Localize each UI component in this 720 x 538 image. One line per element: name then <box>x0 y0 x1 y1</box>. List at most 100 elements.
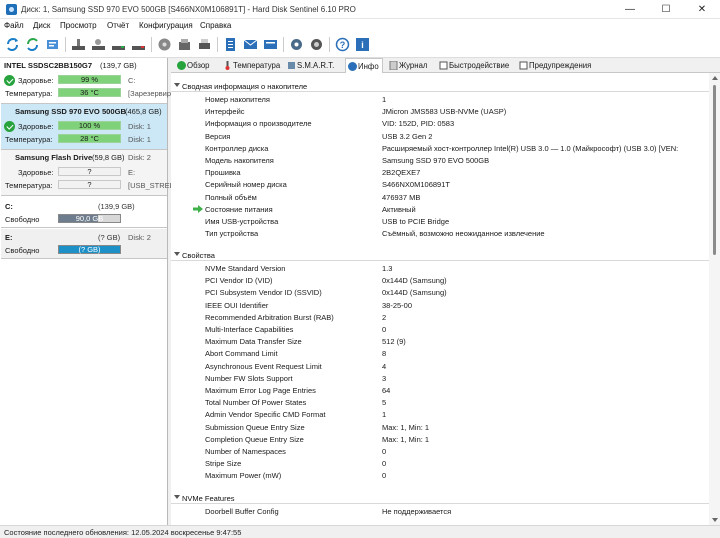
tab-performance[interactable]: Быстродействие <box>437 58 517 73</box>
disk-size: (139,7 GB) <box>100 61 137 70</box>
tab-warnings[interactable]: Предупреждения <box>517 58 597 73</box>
property-value: VID: 152D, PID: 0583 <box>382 119 455 129</box>
property-name: NVMe Standard Version <box>205 264 286 273</box>
free-space-bar: (? GB) <box>58 245 121 254</box>
property-name: Multi-Interface Capabilities <box>205 325 294 334</box>
refresh-all-icon[interactable] <box>23 35 42 54</box>
email-icon[interactable] <box>241 35 260 54</box>
property-value: USB to PCIE Bridge <box>382 217 450 226</box>
tab-temperature[interactable]: Температура <box>221 58 283 73</box>
disk-size: (465,8 GB) <box>125 107 162 116</box>
message-icon[interactable] <box>261 35 280 54</box>
scroll-thumb[interactable] <box>713 85 716 255</box>
volume-item[interactable]: C: (139,9 GB) Свободно 90,0 GB <box>1 198 167 228</box>
document-icon[interactable] <box>221 35 240 54</box>
property-row: Submission Queue Entry Size Max: 1, Min: … <box>171 421 709 433</box>
property-row: Информация о производителе VID: 152D, PID… <box>171 117 709 129</box>
tab-info[interactable]: Инфо <box>345 58 383 73</box>
collapse-icon[interactable] <box>174 252 180 256</box>
menu-report[interactable]: Отчёт <box>107 21 129 30</box>
property-row: Doorbell Buffer Config Не поддерживается <box>171 505 709 517</box>
menu-disk[interactable]: Диск <box>33 21 50 30</box>
property-name: Recommended Arbitration Burst (RAB) <box>205 312 334 322</box>
free-space-label: Свободно <box>5 215 40 224</box>
property-name: Abort Command Limit <box>205 349 278 359</box>
property-row: Number of Namespaces 0 <box>171 445 709 457</box>
partition-info: [Зарезервир <box>128 89 172 98</box>
section-header[interactable]: Сводная информация о накопителе <box>171 80 709 92</box>
section-header[interactable]: Свойства <box>171 249 709 261</box>
property-name: Maximum Data Transfer Size <box>205 337 302 347</box>
property-name: Maximum Power (mW) <box>205 471 282 481</box>
toolbar-separator <box>217 37 218 52</box>
surface-test-icon[interactable] <box>89 35 108 54</box>
property-name: Номер накопителя <box>205 95 270 104</box>
disk-test-icon[interactable] <box>69 35 88 54</box>
volume-item[interactable]: E: (? GB) Disk: 2 Свободно (? GB) <box>1 229 167 259</box>
tab-smart[interactable]: S.M.A.R.T. <box>285 58 343 73</box>
property-name: Модель накопителя <box>205 156 274 165</box>
maximize-button[interactable]: ☐ <box>648 0 684 19</box>
close-button[interactable]: ✕ <box>684 0 720 19</box>
property-value: Max: 1, Min: 1 <box>382 434 430 444</box>
property-name: Прошивка <box>205 168 241 178</box>
menu-config[interactable]: Конфигурация <box>139 21 193 30</box>
disk-number: Disk: 2 <box>128 233 151 242</box>
disk-item-selected[interactable]: Samsung SSD 970 EVO 500GB (465,8 GB) Здо… <box>1 104 167 150</box>
smart-test-icon[interactable] <box>109 35 128 54</box>
property-value: 0 <box>382 447 387 456</box>
disk-item[interactable]: INTEL SSDSC2BB150G7 (139,7 GB) Здоровье:… <box>1 58 171 104</box>
save-icon[interactable] <box>175 35 194 54</box>
scroll-up-icon[interactable] <box>712 76 718 80</box>
check-circle-icon <box>177 61 186 70</box>
property-row: Number FW Slots Support 3 <box>171 372 709 384</box>
menu-file[interactable]: Файл <box>4 21 24 30</box>
property-row: PCI Subsystem Vendor ID (SSVID) 0x144D (S… <box>171 286 709 298</box>
free-space-label: Свободно <box>5 246 40 255</box>
menu-view[interactable]: Просмотр <box>60 21 97 30</box>
tab-bar: Обзор Температура S.M.A.R.T. Инфо Журнал… <box>171 58 720 73</box>
property-value: 2B2QEXE7 <box>382 168 421 178</box>
property-row: Multi-Interface Capabilities 0 <box>171 323 709 335</box>
refresh-icon[interactable] <box>3 35 22 54</box>
menu-bar: Файл Диск Просмотр Отчёт Конфигурация Сп… <box>0 19 720 33</box>
print-icon[interactable] <box>195 35 214 54</box>
sound-icon[interactable] <box>307 35 326 54</box>
health-label: Здоровье: <box>18 168 54 177</box>
volume-letter: C: <box>5 202 13 211</box>
drive-scan-icon[interactable] <box>155 35 174 54</box>
menu-help[interactable]: Справка <box>200 21 231 30</box>
info-icon[interactable]: i <box>353 35 372 54</box>
disk-number: Disk: 2 <box>128 153 151 162</box>
property-value: JMicron JMS583 USB-NVMe (UASP) <box>382 107 507 117</box>
property-value: 1 <box>382 95 387 104</box>
disk-item[interactable]: Samsung Flash Drive (59,8 GB) Disk: 2 Зд… <box>1 150 174 196</box>
scroll-down-icon[interactable] <box>712 518 718 522</box>
hdd-icon[interactable] <box>129 35 148 54</box>
log-icon <box>389 61 398 70</box>
section-header[interactable]: NVMe Features <box>171 492 709 504</box>
tab-overview[interactable]: Обзор <box>175 58 219 73</box>
property-value: Samsung SSD 970 EVO 500GB <box>382 156 490 165</box>
property-name: Total Number Of Power States <box>205 398 307 408</box>
report-icon[interactable] <box>43 35 62 54</box>
app-icon <box>6 4 17 15</box>
disk-list-pane: INTEL SSDSC2BB150G7 (139,7 GB) Здоровье:… <box>0 58 174 525</box>
property-name: Asynchronous Event Request Limit <box>205 361 322 371</box>
health-bar: 99 % <box>58 75 121 84</box>
vertical-scrollbar[interactable] <box>709 73 720 525</box>
section-title: NVMe Features <box>182 494 235 503</box>
health-bar: 100 % <box>58 121 121 130</box>
property-value: 0 <box>382 459 387 469</box>
settings-icon[interactable] <box>287 35 306 54</box>
tab-log[interactable]: Журнал <box>387 58 433 73</box>
temperature-bar: ? <box>58 180 121 189</box>
collapse-icon[interactable] <box>174 495 180 499</box>
status-text: Состояние последнего обновления: 12.05.2… <box>4 528 242 537</box>
info-icon <box>348 62 357 71</box>
help-icon[interactable]: ? <box>333 35 352 54</box>
property-value: S466NX0M106891T <box>382 180 450 190</box>
collapse-icon[interactable] <box>174 83 180 87</box>
property-name: Информация о производителе <box>205 119 312 129</box>
minimize-button[interactable]: — <box>612 0 648 19</box>
